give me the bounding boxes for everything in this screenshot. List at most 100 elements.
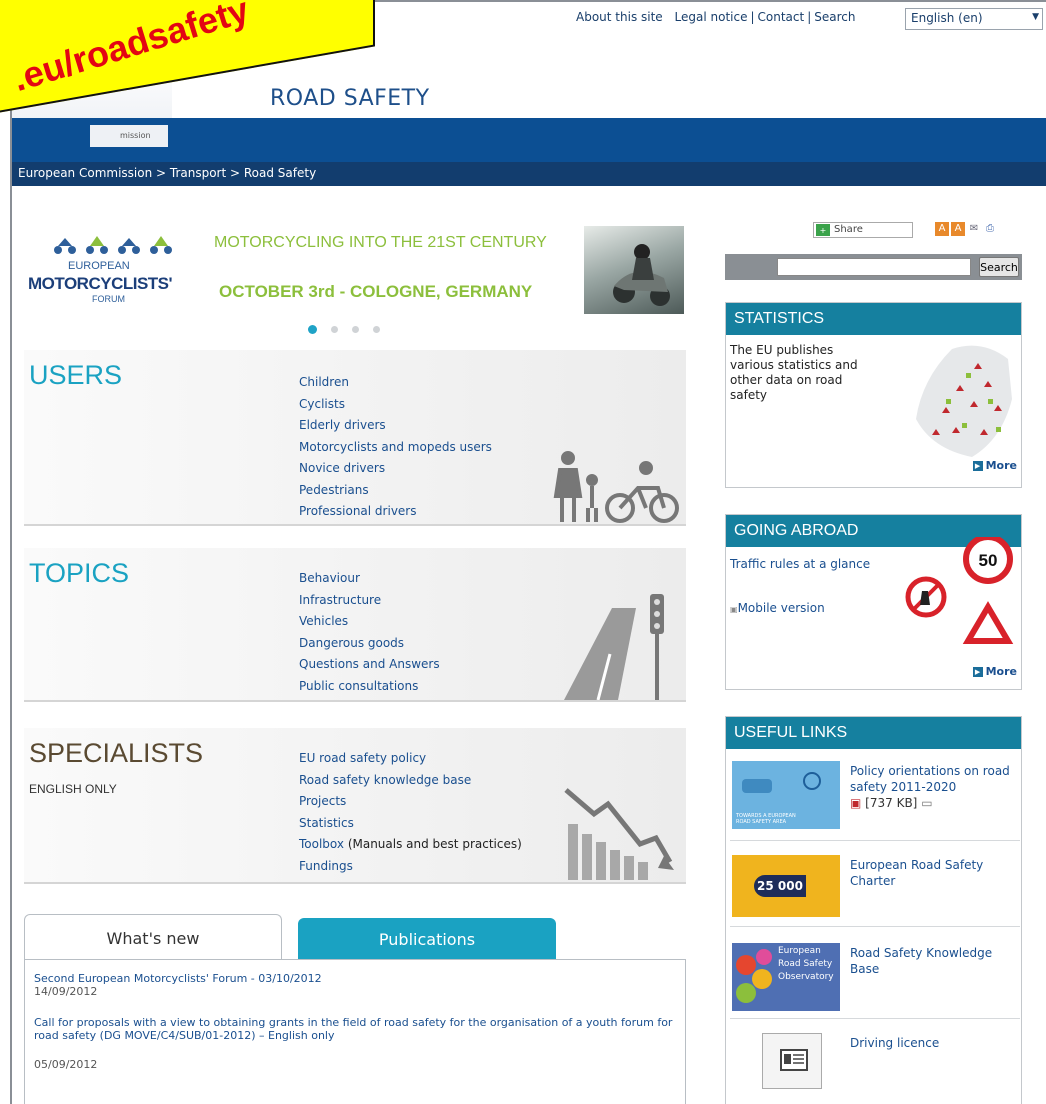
toolbox-suffix: (Manuals and best practices) xyxy=(344,837,522,851)
link-questions-answers[interactable]: Questions and Answers xyxy=(299,654,440,676)
useful-link-charter[interactable]: 25 000 European Road Safety Charter xyxy=(730,851,1020,927)
news-item-title[interactable]: Call for proposals with a view to obtain… xyxy=(34,1016,676,1042)
carousel-dot-3[interactable] xyxy=(352,326,359,333)
carousel-dot-2[interactable] xyxy=(331,326,338,333)
pedestrian-cyclist-icon xyxy=(550,450,680,528)
users-heading[interactable]: USERS xyxy=(29,360,122,391)
link-statistics[interactable]: Statistics xyxy=(299,813,522,835)
traffic-signs-icon: 50 xyxy=(904,534,1022,650)
motorcycle-icons xyxy=(48,232,188,256)
document-icon: ▭ xyxy=(921,796,933,810)
emf-logo: EUROPEAN MOTORCYCLISTS' FORUM xyxy=(28,232,208,304)
traffic-rules-link[interactable]: Traffic rules at a glance xyxy=(730,557,870,571)
specialists-panel: SPECIALISTS ENGLISH ONLY EU road safety … xyxy=(24,728,686,884)
statistics-text: The EU publishes various statistics and … xyxy=(730,343,858,402)
scooter-photo xyxy=(584,226,684,314)
pdf-icon: ▣ xyxy=(850,796,862,810)
breadcrumb[interactable]: European Commission > Transport > Road S… xyxy=(12,162,1046,186)
link-eu-policy[interactable]: EU road safety policy xyxy=(299,748,522,770)
search-input[interactable] xyxy=(777,258,971,276)
legal-notice-link[interactable]: Legal notice xyxy=(675,10,748,24)
carousel-dot-1[interactable] xyxy=(308,325,317,334)
sidebar-search: Search xyxy=(725,254,1022,280)
link-toolbox[interactable]: Toolbox xyxy=(299,837,344,851)
speed-limit-value: 50 xyxy=(979,551,998,570)
link-vehicles[interactable]: Vehicles xyxy=(299,611,440,633)
declining-chart-icon xyxy=(564,784,676,884)
language-select[interactable]: English (en) ▼ xyxy=(905,8,1043,30)
mobile-version-link[interactable]: ▣Mobile version xyxy=(730,601,825,615)
share-label: Share xyxy=(834,224,863,235)
link-children[interactable]: Children xyxy=(299,372,492,394)
users-links: Children Cyclists Elderly drivers Motorc… xyxy=(299,372,492,523)
font-increase-icon[interactable]: A xyxy=(951,222,965,236)
charter-thumbnail: 25 000 xyxy=(732,855,840,917)
banner-headline: MOTORCYCLING INTO THE 21ST CENTURY xyxy=(214,234,547,251)
going-abroad-more-link[interactable]: ▶ More xyxy=(972,665,1017,678)
specialists-heading[interactable]: SPECIALISTS xyxy=(29,738,203,769)
users-panel: USERS Children Cyclists Elderly drivers … xyxy=(24,350,686,526)
tab-whats-new[interactable]: What's new xyxy=(24,914,282,960)
emf-line1: EUROPEAN xyxy=(68,260,130,272)
contact-link[interactable]: Contact xyxy=(758,10,805,24)
topics-heading[interactable]: TOPICS xyxy=(29,558,129,589)
hero-banner[interactable]: EUROPEAN MOTORCYCLISTS' FORUM MOTORCYCLI… xyxy=(24,222,684,314)
charter-link-text: European Road Safety Charter xyxy=(850,858,984,888)
banner-subline: OCTOBER 3rd - COLOGNE, GERMANY xyxy=(219,282,533,301)
tab-publications[interactable]: Publications xyxy=(298,918,556,960)
more-arrow-icon: ▶ xyxy=(972,667,983,677)
font-decrease-icon[interactable]: A xyxy=(935,222,949,236)
pdf-size: [737 KB] xyxy=(865,796,918,810)
useful-link-policy[interactable]: TOWARDS A EUROPEAN ROAD SAFETY AREA Poli… xyxy=(730,757,1020,841)
useful-links-heading[interactable]: USEFUL LINKS xyxy=(726,717,1021,749)
mobile-icon: ▣ xyxy=(730,605,738,614)
link-cyclists[interactable]: Cyclists xyxy=(299,394,492,416)
link-dangerous-goods[interactable]: Dangerous goods xyxy=(299,633,440,655)
policy-thumbnail: TOWARDS A EUROPEAN ROAD SAFETY AREA xyxy=(732,761,840,829)
link-professional-drivers[interactable]: Professional drivers xyxy=(299,501,492,523)
statistics-more-link[interactable]: ▶ More xyxy=(972,459,1017,472)
about-link[interactable]: About this site xyxy=(576,10,663,24)
share-button[interactable]: + Share xyxy=(813,222,913,238)
link-public-consultations[interactable]: Public consultations xyxy=(299,676,440,698)
link-pedestrians[interactable]: Pedestrians xyxy=(299,480,492,502)
english-only-note: ENGLISH ONLY xyxy=(29,782,117,796)
link-fundings[interactable]: Fundings xyxy=(299,856,522,878)
driving-licence-link-text: Driving licence xyxy=(850,1036,940,1050)
going-abroad-box: GOING ABROAD Traffic rules at a glance ▣… xyxy=(725,514,1022,690)
url-stamp-overlay: .eu/roadsafety xyxy=(0,0,380,138)
knowledge-base-link-text: Road Safety Knowledge Base xyxy=(850,946,993,976)
print-icon[interactable]: ⎙ xyxy=(983,222,997,236)
carousel-dots xyxy=(308,325,380,334)
news-list: Second European Motorcyclists' Forum - 0… xyxy=(24,959,686,1104)
link-novice-drivers[interactable]: Novice drivers xyxy=(299,458,492,480)
top-links: About this site . Legal notice | Contact… xyxy=(576,10,856,24)
more-arrow-icon: ▶ xyxy=(972,461,983,471)
language-value: English (en) xyxy=(911,11,983,25)
useful-link-knowledge-base[interactable]: European Road Safety Observatory Road Sa… xyxy=(730,939,1020,1019)
link-behaviour[interactable]: Behaviour xyxy=(299,568,440,590)
knowledge-base-thumbnail: European Road Safety Observatory xyxy=(732,943,840,1011)
link-infrastructure[interactable]: Infrastructure xyxy=(299,590,440,612)
road-traffic-light-icon xyxy=(558,588,682,704)
driving-licence-icon xyxy=(762,1033,822,1089)
eu-map-icon xyxy=(912,339,1018,466)
topics-links: Behaviour Infrastructure Vehicles Danger… xyxy=(299,568,440,697)
topics-panel: TOPICS Behaviour Infrastructure Vehicles… xyxy=(24,548,686,702)
statistics-heading[interactable]: STATISTICS xyxy=(726,303,1021,335)
share-icon: + xyxy=(816,224,830,236)
link-motorcyclists[interactable]: Motorcyclists and mopeds users xyxy=(299,437,492,459)
carousel-dot-4[interactable] xyxy=(373,326,380,333)
chevron-down-icon: ▼ xyxy=(1032,12,1039,22)
useful-link-driving-licence[interactable]: Driving licence xyxy=(730,1029,1020,1104)
search-link[interactable]: Search xyxy=(814,10,855,24)
specialists-links: EU road safety policy Road safety knowle… xyxy=(299,748,522,877)
link-knowledge-base[interactable]: Road safety knowledge base xyxy=(299,770,522,792)
statistics-box: STATISTICS The EU publishes various stat… xyxy=(725,302,1022,488)
link-projects[interactable]: Projects xyxy=(299,791,522,813)
mail-icon[interactable]: ✉ xyxy=(967,222,981,236)
emf-line2: MOTORCYCLISTS' xyxy=(28,274,173,293)
link-elderly-drivers[interactable]: Elderly drivers xyxy=(299,415,492,437)
search-button[interactable]: Search xyxy=(979,257,1019,277)
news-item-title[interactable]: Second European Motorcyclists' Forum - 0… xyxy=(34,972,676,985)
